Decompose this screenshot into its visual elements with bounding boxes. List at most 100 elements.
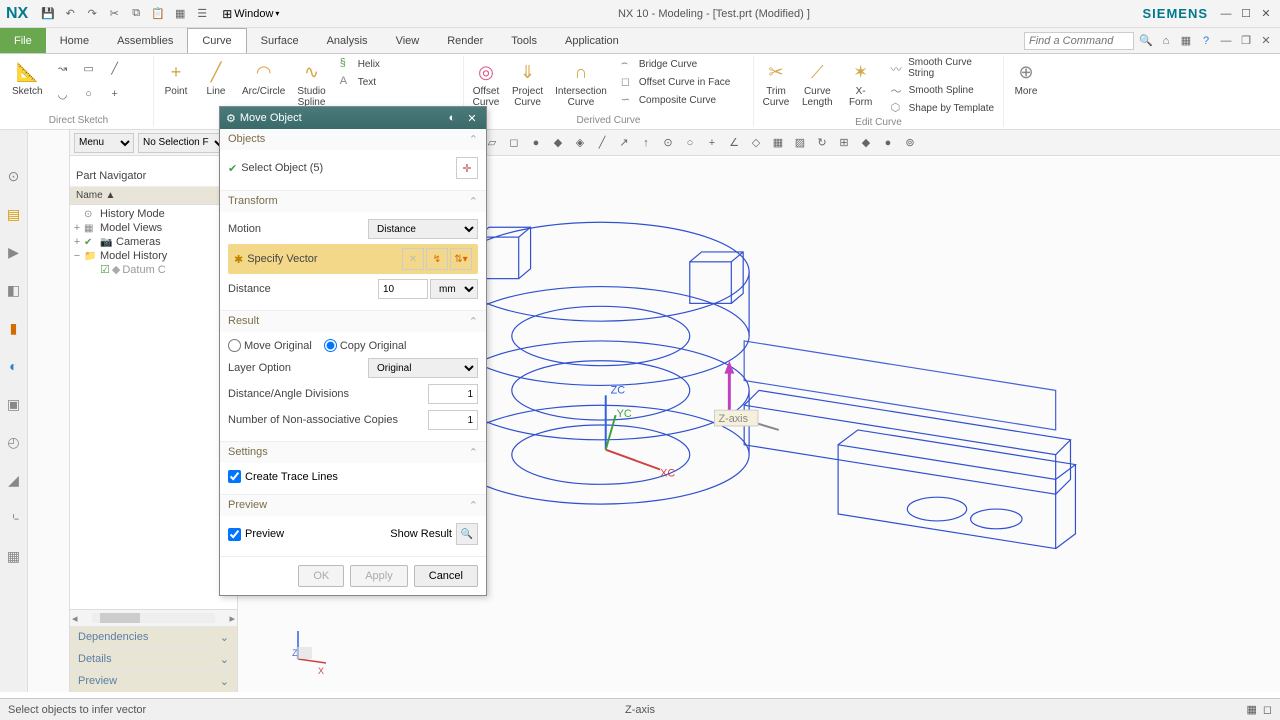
intersection-curve-button[interactable]: ∩Intersection Curve	[551, 56, 611, 110]
section-result[interactable]: Result⌃	[220, 311, 486, 332]
tab-assemblies[interactable]: Assemblies	[103, 28, 187, 53]
filter-icon-7[interactable]: ↗	[614, 133, 634, 153]
res-tab-10[interactable]: ⌎	[4, 508, 24, 528]
tab-view[interactable]: View	[382, 28, 434, 53]
filter-icon-18[interactable]: ◆	[856, 133, 876, 153]
filter-icon-16[interactable]: ↻	[812, 133, 832, 153]
tree-model-views[interactable]: +▦Model Views	[72, 221, 235, 235]
nav-section-deps[interactable]: Dependencies⌄	[70, 626, 237, 648]
menu-dropdown[interactable]: Menu	[74, 133, 134, 153]
distance-input[interactable]	[378, 279, 428, 299]
tab-home[interactable]: Home	[46, 28, 103, 53]
res-tab-1[interactable]: ⊙	[4, 166, 24, 186]
smooth-spline-button[interactable]: 〜Smooth Spline	[889, 82, 999, 98]
save-icon[interactable]: 💾	[40, 6, 56, 22]
project-curve-button[interactable]: ⇓Project Curve	[508, 56, 547, 110]
section-transform[interactable]: Transform⌃	[220, 191, 486, 212]
undo-icon[interactable]: ↶	[62, 6, 78, 22]
filter-icon-15[interactable]: ▨	[790, 133, 810, 153]
navigator-hscroll[interactable]: ◂▸	[70, 610, 237, 626]
rectangle-icon[interactable]: ▭	[77, 56, 101, 80]
command-search-input[interactable]	[1024, 32, 1134, 50]
filter-icon-17[interactable]: ⊞	[834, 133, 854, 153]
offset-face-button[interactable]: ◻Offset Curve in Face	[619, 74, 733, 90]
window-dropdown[interactable]: ⊞ Window ▾	[216, 7, 285, 21]
arc-icon[interactable]: ◡	[51, 82, 75, 106]
tab-tools[interactable]: Tools	[497, 28, 551, 53]
doc-minimize-icon[interactable]: —	[1218, 33, 1234, 49]
section-settings[interactable]: Settings⌃	[220, 442, 486, 463]
tab-analysis[interactable]: Analysis	[313, 28, 382, 53]
layer-icon[interactable]: ▦	[172, 6, 188, 22]
nav-section-preview[interactable]: Preview⌄	[70, 670, 237, 692]
home-icon[interactable]: ⌂	[1158, 33, 1174, 49]
dist-angle-input[interactable]	[428, 384, 478, 404]
composite-curve-button[interactable]: ∽Composite Curve	[619, 92, 733, 108]
status-icon-1[interactable]: ▦	[1246, 703, 1256, 716]
tab-application[interactable]: Application	[551, 28, 633, 53]
ok-button[interactable]: OK	[298, 565, 344, 587]
filter-icon-13[interactable]: ◇	[746, 133, 766, 153]
filter-icon-5[interactable]: ◈	[570, 133, 590, 153]
res-tab-6[interactable]: ◐	[4, 356, 24, 376]
copy-icon[interactable]: ⧉	[128, 6, 144, 22]
section-preview[interactable]: Preview⌃	[220, 495, 486, 516]
curve-length-button[interactable]: ⟋Curve Length	[798, 56, 837, 110]
bridge-curve-button[interactable]: ⌢Bridge Curve	[619, 56, 733, 72]
tab-surface[interactable]: Surface	[247, 28, 313, 53]
minimize-icon[interactable]: —	[1218, 6, 1234, 22]
filter-icon-11[interactable]: +	[702, 133, 722, 153]
nav-section-details[interactable]: Details⌄	[70, 648, 237, 670]
shape-template-button[interactable]: ⬡Shape by Template	[889, 100, 999, 116]
touch-icon[interactable]: ☰	[194, 6, 210, 22]
doc-restore-icon[interactable]: ❐	[1238, 33, 1254, 49]
distance-unit-dropdown[interactable]: mm	[430, 279, 478, 299]
filter-icon-8[interactable]: ↑	[636, 133, 656, 153]
line-button[interactable]: ╱Line	[198, 56, 234, 99]
filter-icon-10[interactable]: ○	[680, 133, 700, 153]
filter-icon-12[interactable]: ∠	[724, 133, 744, 153]
vector-clear-button[interactable]: ✕	[402, 248, 424, 270]
filter-icon-19[interactable]: ●	[878, 133, 898, 153]
paste-icon[interactable]: 📋	[150, 6, 166, 22]
section-objects[interactable]: Objects⌃	[220, 129, 486, 150]
text-button[interactable]: AText	[338, 74, 382, 90]
file-tab[interactable]: File	[0, 28, 46, 53]
maximize-icon[interactable]: ☐	[1238, 6, 1254, 22]
vector-pick-button[interactable]: ↯	[426, 248, 448, 270]
nonassoc-input[interactable]	[428, 410, 478, 430]
tree-history-mode[interactable]: ⊙History Mode	[72, 207, 235, 221]
res-tab-5[interactable]: ▮	[4, 318, 24, 338]
tree-cameras[interactable]: +✔📷Cameras	[72, 235, 235, 249]
cut-icon[interactable]: ✂	[106, 6, 122, 22]
point-button[interactable]: +Point	[158, 56, 194, 99]
line-icon[interactable]: ╱	[103, 56, 127, 80]
filter-icon-14[interactable]: ▦	[768, 133, 788, 153]
copy-original-radio[interactable]: Copy Original	[324, 339, 407, 352]
smooth-string-button[interactable]: 〰Smooth Curve String	[889, 56, 999, 80]
cancel-button[interactable]: Cancel	[414, 565, 478, 587]
select-object-button[interactable]: ✛	[456, 157, 478, 179]
xform-button[interactable]: ✶X-Form	[841, 56, 881, 110]
res-tab-7[interactable]: ▣	[4, 394, 24, 414]
create-trace-checkbox[interactable]: Create Trace Lines	[228, 467, 478, 486]
grid-icon[interactable]: ▦	[1178, 33, 1194, 49]
filter-icon-20[interactable]: ⊚	[900, 133, 920, 153]
filter-icon-9[interactable]: ⊙	[658, 133, 678, 153]
helix-button[interactable]: §Helix	[338, 56, 382, 72]
doc-close-icon[interactable]: ✕	[1258, 33, 1274, 49]
res-tab-3[interactable]: ▶	[4, 242, 24, 262]
filter-icon-2[interactable]: ◻	[504, 133, 524, 153]
tab-render[interactable]: Render	[433, 28, 497, 53]
dialog-title-bar[interactable]: ⚙ Move Object ◐ ✕	[220, 107, 486, 129]
tree-model-history[interactable]: −📁Model History	[72, 249, 235, 263]
filter-icon-3[interactable]: ●	[526, 133, 546, 153]
res-tab-9[interactable]: ◢	[4, 470, 24, 490]
dialog-close-icon[interactable]: ✕	[464, 110, 480, 126]
circle-icon[interactable]: ○	[77, 82, 101, 106]
tab-curve[interactable]: Curve	[187, 28, 246, 53]
studio-spline-button[interactable]: ∿Studio Spline	[293, 56, 329, 110]
sketch-button[interactable]: 📐 Sketch	[8, 56, 47, 99]
more-button[interactable]: ⊕More	[1008, 56, 1044, 99]
res-tab-11[interactable]: ▦	[4, 546, 24, 566]
